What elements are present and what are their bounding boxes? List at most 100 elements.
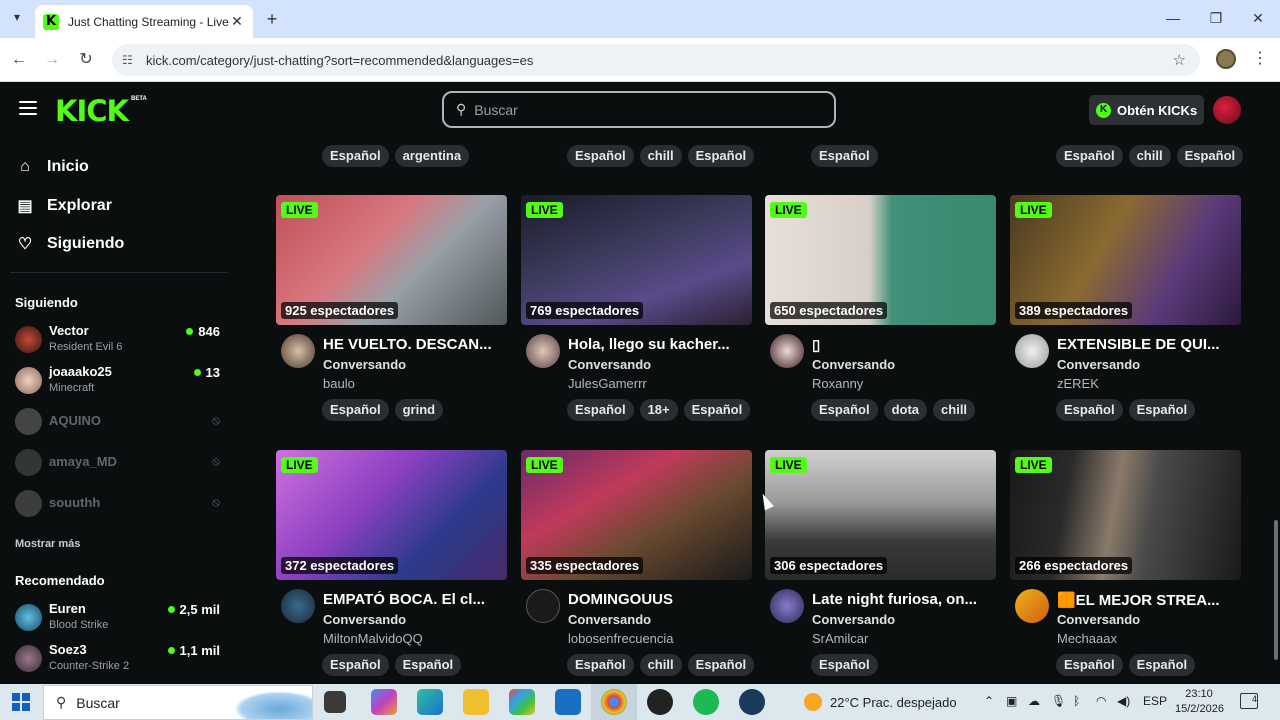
tag-pill[interactable]: Español bbox=[394, 654, 462, 676]
stream-card[interactable]: LIVE 650 espectadores ▯ Conversando Roxa… bbox=[765, 195, 996, 421]
tag-pill[interactable]: Español bbox=[1056, 399, 1123, 421]
stream-category[interactable]: Conversando bbox=[812, 612, 895, 627]
stream-card[interactable]: LIVE 925 espectadores HE VUELTO. DESCAN.… bbox=[276, 195, 507, 421]
sidebar-item-explorar[interactable]: ▤ Explorar bbox=[16, 196, 111, 216]
following-channel-joaaako25[interactable]: joaaako25 Minecraft 13 bbox=[15, 364, 225, 398]
new-tab-button[interactable]: + bbox=[262, 9, 282, 30]
tag-pill[interactable]: Español bbox=[683, 399, 751, 421]
chrome-icon[interactable] bbox=[601, 689, 627, 715]
microphone-icon[interactable]: 🎙 bbox=[1051, 694, 1066, 708]
streamer-name[interactable]: zEREK bbox=[1057, 376, 1099, 391]
stream-title[interactable]: DOMINGOUUS bbox=[568, 591, 748, 608]
copilot-icon[interactable] bbox=[371, 689, 397, 715]
url-field[interactable]: ☷ kick.com/category/just-chatting?sort=r… bbox=[112, 44, 1200, 76]
tag-pill[interactable]: Español bbox=[1056, 654, 1123, 676]
steam-icon[interactable] bbox=[739, 689, 765, 715]
tray-app-icon[interactable]: ▣ bbox=[1006, 694, 1017, 708]
edge-icon[interactable] bbox=[417, 689, 443, 715]
streamer-avatar[interactable] bbox=[770, 589, 804, 623]
store-icon[interactable] bbox=[509, 689, 535, 715]
hamburger-menu-icon[interactable] bbox=[19, 101, 37, 115]
file-explorer-icon[interactable] bbox=[463, 689, 489, 715]
streamer-name[interactable]: SrAmilcar bbox=[812, 631, 868, 646]
reload-icon[interactable]: ↻ bbox=[75, 49, 97, 71]
streamer-name[interactable]: lobosenfrecuencia bbox=[568, 631, 674, 646]
stream-title[interactable]: HE VUELTO. DESCAN... bbox=[323, 336, 503, 353]
tag-pill[interactable]: argentina bbox=[394, 145, 470, 167]
stream-card[interactable]: LIVE 372 espectadores EMPATÓ BOCA. El cl… bbox=[276, 450, 507, 676]
tag-pill[interactable]: grind bbox=[394, 399, 444, 421]
tag-pill[interactable]: Español bbox=[322, 654, 389, 676]
following-channel-souuthh[interactable]: souuthh ⦸ bbox=[15, 487, 225, 521]
tag-pill[interactable]: Español bbox=[322, 145, 389, 167]
stream-thumbnail[interactable]: LIVE 372 espectadores bbox=[276, 450, 507, 580]
streamer-name[interactable]: Roxanny bbox=[812, 376, 863, 391]
tag-pill[interactable]: Español bbox=[1128, 399, 1196, 421]
browser-tab[interactable]: Just Chatting Streaming - Live S ✕ bbox=[35, 5, 253, 38]
stream-category[interactable]: Conversando bbox=[568, 612, 651, 627]
sidebar-item-inicio[interactable]: ⌂ Inicio bbox=[16, 158, 89, 176]
stream-category[interactable]: Conversando bbox=[568, 357, 651, 372]
stream-card[interactable]: LIVE 266 espectadores 🟧EL MEJOR STREA...… bbox=[1010, 450, 1241, 676]
tag-pill[interactable]: chill bbox=[933, 399, 976, 421]
wifi-icon[interactable]: ◠ bbox=[1096, 694, 1106, 708]
page-scrollbar[interactable] bbox=[1274, 520, 1278, 660]
stream-thumbnail[interactable]: LIVE 650 espectadores bbox=[765, 195, 996, 325]
stream-category[interactable]: Conversando bbox=[1057, 612, 1140, 627]
streamer-name[interactable]: baulo bbox=[323, 376, 355, 391]
stream-card[interactable]: LIVE 769 espectadores Hola, llego su kac… bbox=[521, 195, 752, 421]
streamer-avatar[interactable] bbox=[526, 589, 560, 623]
stream-title[interactable]: EXTENSIBLE DE QUI... bbox=[1057, 336, 1237, 353]
browser-menu-icon[interactable]: ⋮ bbox=[1252, 48, 1268, 68]
following-channel-amaya[interactable]: amaya_MD ⦸ bbox=[15, 446, 225, 480]
stream-title[interactable]: Hola, llego su kacher... bbox=[568, 336, 748, 353]
streamer-avatar[interactable] bbox=[1015, 589, 1049, 623]
tag-pill[interactable]: Español bbox=[687, 145, 755, 167]
tag-pill[interactable]: Español bbox=[567, 145, 634, 167]
tag-pill[interactable]: Español bbox=[811, 654, 878, 676]
streamer-avatar[interactable] bbox=[281, 589, 315, 623]
taskbar-clock[interactable]: 23:10 15/2/2026 bbox=[1175, 687, 1224, 717]
tray-chevron-icon[interactable]: ⌃ bbox=[984, 694, 994, 708]
tag-pill[interactable]: Español bbox=[1128, 654, 1196, 676]
stream-thumbnail[interactable]: LIVE 266 espectadores bbox=[1010, 450, 1241, 580]
recommended-channel-soez3[interactable]: Soez3 Counter-Strike 2 1,1 mil bbox=[15, 642, 225, 676]
streamer-avatar[interactable] bbox=[526, 334, 560, 368]
streamer-avatar[interactable] bbox=[770, 334, 804, 368]
spotify-icon[interactable] bbox=[693, 689, 719, 715]
kick-logo[interactable]: KICK bbox=[55, 94, 129, 128]
tag-pill[interactable]: Español bbox=[567, 399, 634, 421]
stream-thumbnail[interactable]: LIVE 925 espectadores bbox=[276, 195, 507, 325]
recommended-channel-euren[interactable]: Euren Blood Strike 2,5 mil bbox=[15, 601, 225, 635]
tab-search-icon[interactable]: ▾ bbox=[8, 10, 26, 28]
language-indicator[interactable]: ESP bbox=[1143, 694, 1167, 708]
taskbar-search[interactable]: ⚲ Buscar bbox=[43, 685, 313, 720]
onedrive-icon[interactable]: ☁ bbox=[1028, 694, 1040, 708]
window-close-icon[interactable]: ✕ bbox=[1248, 10, 1268, 27]
streamer-name[interactable]: MiltonMalvidoQQ bbox=[323, 631, 423, 646]
restore-icon[interactable]: ❐ bbox=[1206, 10, 1226, 27]
volume-icon[interactable]: ◀) bbox=[1117, 694, 1130, 708]
stream-category[interactable]: Conversando bbox=[1057, 357, 1140, 372]
stream-category[interactable]: Conversando bbox=[323, 612, 406, 627]
stream-thumbnail[interactable]: LIVE 306 espectadores bbox=[765, 450, 996, 580]
stream-thumbnail[interactable]: LIVE 335 espectadores bbox=[521, 450, 752, 580]
sidebar-item-siguiendo[interactable]: ♡ Siguiendo bbox=[16, 234, 125, 254]
task-view-icon[interactable] bbox=[324, 691, 346, 713]
tag-pill[interactable]: Español bbox=[1056, 145, 1123, 167]
tag-pill[interactable]: 18+ bbox=[639, 399, 678, 421]
stream-card[interactable]: LIVE 306 espectadores Late night furiosa… bbox=[765, 450, 996, 676]
following-channel-aquino[interactable]: AQUINO ⦸ bbox=[15, 405, 225, 439]
notification-icon[interactable]: 4 bbox=[1240, 693, 1258, 709]
weather-widget[interactable]: 22°C Prac. despejado bbox=[804, 693, 957, 711]
streamer-name[interactable]: JulesGamerrr bbox=[568, 376, 647, 391]
tag-pill[interactable]: Español bbox=[322, 399, 389, 421]
minimize-icon[interactable]: — bbox=[1163, 10, 1183, 26]
tag-pill[interactable]: chill bbox=[1128, 145, 1171, 167]
stream-card[interactable]: LIVE 335 espectadores DOMINGOUUS Convers… bbox=[521, 450, 755, 676]
bluetooth-icon[interactable]: ᛒ bbox=[1073, 694, 1080, 708]
streamer-avatar[interactable] bbox=[1015, 334, 1049, 368]
obs-icon[interactable] bbox=[647, 689, 673, 715]
stream-title[interactable]: Late night furiosa, on... bbox=[812, 591, 992, 608]
show-more-link[interactable]: Mostrar más bbox=[15, 538, 80, 550]
